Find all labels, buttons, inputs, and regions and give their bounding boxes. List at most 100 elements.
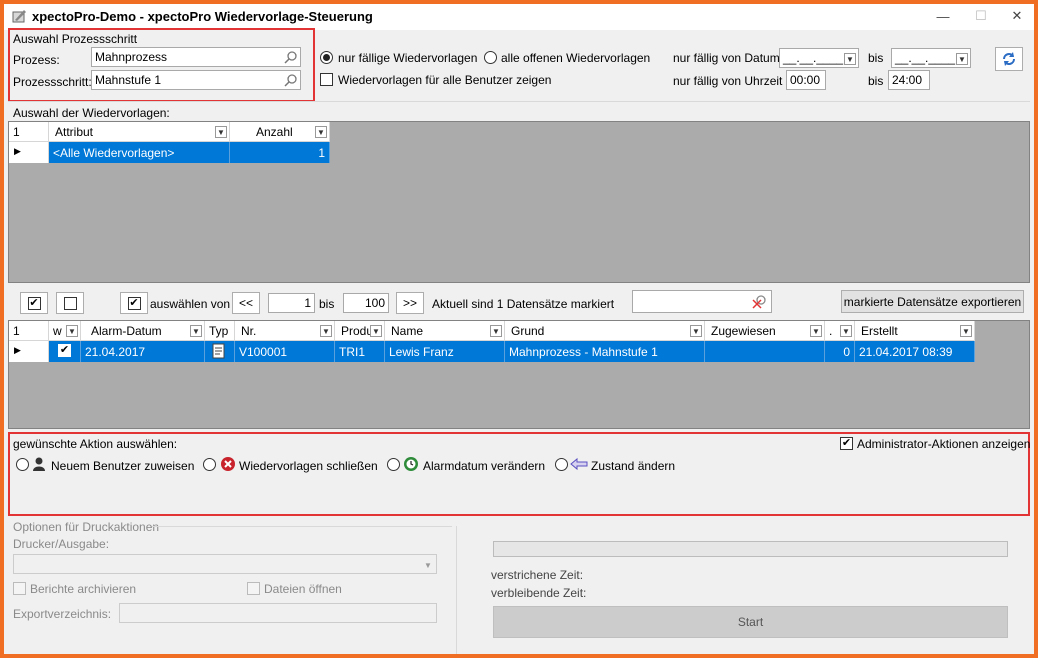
archive-checkbox[interactable]	[13, 582, 26, 595]
column-header[interactable]: . ▼	[825, 321, 855, 341]
table-cell[interactable]: 21.04.2017 08:39	[855, 341, 975, 362]
column-header[interactable]: Nr. ▼	[235, 321, 335, 341]
admin-actions-label: Administrator-Aktionen anzeigen	[857, 437, 1031, 451]
time-to-field[interactable]: 24:00	[888, 70, 930, 90]
table-cell[interactable]: 1	[230, 142, 330, 163]
radio-all-open[interactable]	[484, 51, 497, 64]
column-header[interactable]: Grund ▼	[505, 321, 705, 341]
radio-state[interactable]	[555, 458, 568, 471]
user-icon	[33, 457, 45, 471]
radio-due-label: nur fällige Wiedervorlagen	[338, 51, 478, 65]
time-from-field[interactable]: 00:00	[786, 70, 826, 90]
column-header[interactable]: Zugewiesen ▼	[705, 321, 825, 341]
archive-label: Berichte archivieren	[30, 582, 137, 596]
column-header[interactable]: Attribut ▼	[49, 122, 230, 142]
chevron-down-icon[interactable]: ▼	[840, 325, 852, 337]
table-cell[interactable]: ✔	[49, 341, 81, 362]
document-type-icon	[212, 343, 225, 359]
select-from-label: auswählen von	[150, 297, 231, 311]
step-field[interactable]: Mahnstufe 1	[91, 70, 301, 90]
column-header[interactable]: Anzahl ▼	[230, 122, 330, 142]
process-group-title: Auswahl Prozessschritt	[13, 32, 138, 46]
column-header-text: Nr.	[241, 324, 257, 338]
minimize-icon[interactable]: —	[928, 6, 958, 26]
radio-assign-user[interactable]	[16, 458, 29, 471]
column-header-text: w	[53, 324, 62, 338]
due-time-label: nur fällig von Uhrzeit	[673, 74, 783, 88]
selection-grid: 1 Attribut ▼ Anzahl ▼ ▶ <Alle Wiedervorlag…	[8, 121, 1030, 283]
table-cell[interactable]	[705, 341, 825, 362]
time-from-value: 00:00	[790, 73, 821, 87]
next-button[interactable]: >>	[396, 292, 424, 314]
export-dir-field[interactable]	[119, 603, 437, 623]
close-icon[interactable]: ✕	[1002, 6, 1032, 26]
table-cell[interactable]: Mahnprozess - Mahnstufe 1	[505, 341, 705, 362]
search-icon[interactable]	[284, 50, 298, 64]
radio-close[interactable]	[203, 458, 216, 471]
column-header[interactable]: Name ▼	[385, 321, 505, 341]
printer-select[interactable]: ▼	[13, 554, 437, 574]
chevron-down-icon[interactable]: ▼	[66, 325, 78, 337]
date-from-picker[interactable]: __.__.____ ▼	[779, 48, 859, 68]
chevron-down-icon[interactable]: ▼	[320, 325, 332, 337]
column-header[interactable]: Produ ▼	[335, 321, 385, 341]
search-input[interactable]	[632, 290, 772, 313]
prev-button[interactable]: <<	[232, 292, 260, 314]
column-header[interactable]: Typ	[205, 321, 235, 341]
process-field[interactable]: Mahnprozess	[91, 47, 301, 67]
export-button[interactable]: markierte Datensätze exportieren	[841, 290, 1024, 313]
radio-due[interactable]	[320, 51, 333, 64]
clear-search-icon[interactable]	[751, 294, 767, 310]
state-label: Zustand ändern	[591, 459, 676, 473]
row-header[interactable]: ▶	[9, 142, 49, 163]
close-circle-icon	[221, 457, 235, 471]
uncheck-all-button[interactable]	[56, 292, 84, 314]
row-header[interactable]: ▶	[9, 341, 49, 362]
divider	[8, 101, 1030, 102]
grid-corner: 1	[9, 122, 49, 142]
table-cell[interactable]: 21.04.2017	[81, 341, 205, 362]
divider	[152, 526, 452, 527]
due-date-label: nur fällig von Datum	[673, 51, 780, 65]
open-files-checkbox[interactable]	[247, 582, 260, 595]
chevron-down-icon: ▼	[956, 53, 968, 65]
check-all-users[interactable]	[320, 73, 333, 86]
bis-label: bis	[319, 297, 335, 311]
search-icon[interactable]	[284, 73, 298, 87]
table-cell[interactable]: <Alle Wiedervorlagen>	[49, 142, 230, 163]
start-button[interactable]: Start	[493, 606, 1008, 638]
refresh-button[interactable]	[995, 47, 1023, 71]
radio-alarm-date[interactable]	[387, 458, 400, 471]
chevron-down-icon[interactable]: ▼	[690, 325, 702, 337]
check-all-users-label: Wiedervorlagen für alle Benutzer zeigen	[338, 73, 552, 87]
bis-label: bis	[868, 51, 884, 65]
chevron-down-icon[interactable]: ▼	[315, 126, 327, 138]
window-title: xpectoPro-Demo - xpectoPro Wiedervorlage…	[32, 9, 373, 24]
date-to-picker[interactable]: __.__.____ ▼	[891, 48, 971, 68]
from-field[interactable]: 1	[268, 293, 315, 313]
chevron-down-icon[interactable]: ▼	[960, 325, 972, 337]
chevron-down-icon[interactable]: ▼	[810, 325, 822, 337]
table-cell[interactable]	[205, 341, 235, 362]
select-range-button[interactable]: ✔	[120, 292, 148, 314]
chevron-down-icon[interactable]: ▼	[490, 325, 502, 337]
table-cell[interactable]: 0	[825, 341, 855, 362]
date-to-value: __.__.____	[895, 51, 956, 65]
chevron-down-icon[interactable]: ▼	[190, 325, 202, 337]
maximize-icon[interactable]: ☐	[966, 6, 996, 26]
column-header[interactable]: Erstellt ▼	[855, 321, 975, 341]
chevron-down-icon[interactable]: ▼	[370, 325, 382, 337]
table-cell[interactable]: V100001	[235, 341, 335, 362]
table-cell[interactable]: TRI1	[335, 341, 385, 362]
column-header[interactable]: Alarm-Datum ▼	[81, 321, 205, 341]
to-field[interactable]: 100	[343, 293, 389, 313]
admin-actions-checkbox[interactable]: ✔	[840, 437, 853, 450]
row-checkbox[interactable]: ✔	[58, 344, 71, 357]
title-bar: xpectoPro-Demo - xpectoPro Wiedervorlage…	[4, 4, 1034, 30]
chevron-down-icon[interactable]: ▼	[215, 126, 227, 138]
check-all-button[interactable]: ✔	[20, 292, 48, 314]
table-cell[interactable]: Lewis Franz	[385, 341, 505, 362]
column-header[interactable]: w ▼	[49, 321, 81, 341]
step-value: Mahnstufe 1	[95, 73, 162, 87]
column-header-text: Produ	[341, 324, 374, 338]
